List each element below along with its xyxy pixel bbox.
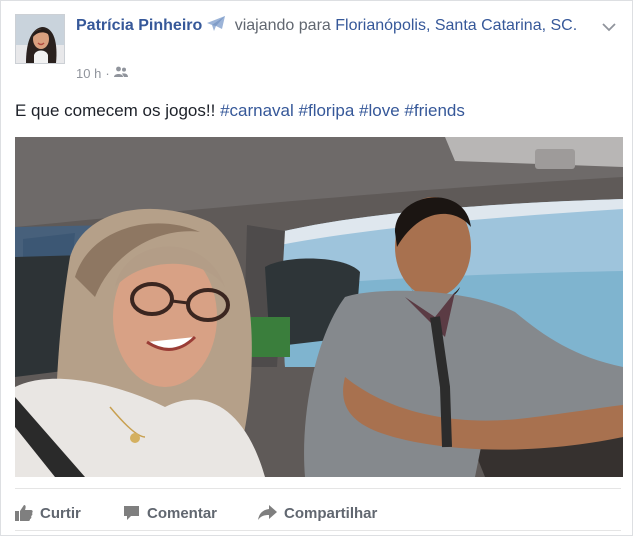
like-label: Curtir (40, 504, 81, 522)
author-name[interactable]: Patrícia Pinheiro (76, 17, 202, 34)
hashtag-carnaval[interactable]: #carnaval (220, 101, 294, 120)
share-arrow-icon (258, 505, 277, 521)
post-message: E que comecem os jogos!! (15, 101, 216, 120)
meta-separator: · (105, 66, 110, 81)
hashtag-friends[interactable]: #friends (404, 101, 464, 120)
actions-divider-top (15, 488, 621, 489)
post-card: Patrícia Pinheiro viajando para Florianó… (0, 0, 633, 536)
actions-divider-bottom (15, 530, 621, 531)
comment-icon (123, 505, 140, 521)
share-label: Compartilhar (284, 504, 378, 522)
comment-label: Comentar (147, 504, 218, 522)
comment-button[interactable]: Comentar (123, 505, 258, 522)
share-button[interactable]: Compartilhar (258, 505, 377, 522)
post-text: E que comecem os jogos!! #carnaval #flor… (15, 101, 465, 121)
activity-text: viajando para (234, 17, 331, 34)
hashtag-floripa[interactable]: #floripa (299, 101, 355, 120)
hashtag-love[interactable]: #love (359, 101, 400, 120)
destination-link[interactable]: Florianópolis, Santa Catarina, SC. (335, 17, 577, 34)
airplane-icon (205, 15, 227, 40)
post-meta: 10 h · (76, 66, 128, 81)
post-actions: Curtir Comentar Compartilhar (15, 498, 377, 528)
avatar[interactable] (15, 14, 65, 64)
friends-icon[interactable] (113, 66, 128, 81)
thumbs-up-icon (15, 505, 33, 521)
post-photo[interactable] (15, 137, 623, 477)
like-button[interactable]: Curtir (15, 505, 123, 522)
post-header: Patrícia Pinheiro viajando para Florianó… (76, 15, 596, 40)
timestamp[interactable]: 10 h (76, 66, 101, 81)
chevron-down-icon[interactable] (602, 19, 616, 32)
